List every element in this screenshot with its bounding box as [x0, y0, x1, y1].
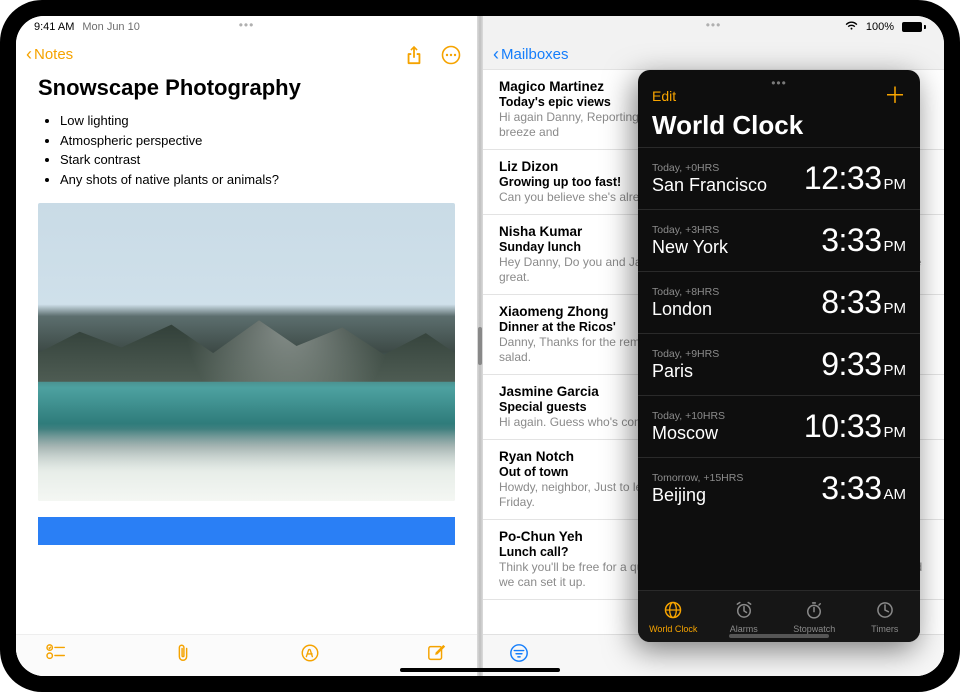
status-bar: 9:41 AM Mon Jun 10 100% — [16, 16, 944, 38]
clock-offset-label: Today, +9HRS — [652, 348, 719, 360]
world-clock-row[interactable]: Today, +9HRSParis 9:33PM — [638, 333, 920, 395]
checklist-icon[interactable] — [32, 644, 80, 667]
clock-offset-label: Today, +3HRS — [652, 224, 728, 236]
clock-time-label: 3:33AM — [821, 470, 906, 507]
note-bullet: Low lighting — [60, 111, 455, 131]
tab-stopwatch[interactable]: Stopwatch — [779, 600, 849, 634]
clock-time-label: 3:33PM — [821, 222, 906, 259]
clock-city-label: Moscow — [652, 423, 725, 444]
clock-offset-label: Today, +0HRS — [652, 162, 767, 174]
ipad-frame: 9:41 AM Mon Jun 10 100% ••• ‹ — [0, 0, 960, 692]
clock-city-label: San Francisco — [652, 175, 767, 196]
notes-back-label: Notes — [34, 46, 73, 63]
clock-time-label: 12:33PM — [804, 160, 906, 197]
clock-time-label: 8:33PM — [821, 284, 906, 321]
note-title: Snowscape Photography — [38, 75, 455, 101]
mail-back-label: Mailboxes — [501, 46, 569, 63]
compose-icon[interactable] — [413, 643, 461, 668]
clock-offset-label: Today, +8HRS — [652, 286, 719, 298]
timers-icon — [875, 600, 895, 622]
notes-nav-bar: ‹ Notes — [16, 40, 477, 69]
world-clock-row[interactable]: Tomorrow, +15HRSBeijing 3:33AM — [638, 457, 920, 519]
clock-edit-button[interactable]: Edit — [652, 88, 676, 104]
tab-world-clock[interactable]: World Clock — [638, 600, 708, 634]
tab-label: Stopwatch — [793, 624, 835, 634]
note-content[interactable]: Snowscape Photography Low lighting Atmos… — [16, 69, 477, 551]
clock-city-label: New York — [652, 237, 728, 258]
alarms-icon — [734, 600, 754, 622]
world-clock-row[interactable]: Today, +0HRSSan Francisco 12:33PM — [638, 147, 920, 209]
markup-icon[interactable] — [286, 643, 334, 668]
notes-app-pane: ••• ‹ Notes S — [16, 16, 477, 676]
chevron-left-icon: ‹ — [26, 44, 32, 65]
notes-back-button[interactable]: ‹ Notes — [26, 44, 73, 65]
clock-offset-label: Today, +10HRS — [652, 410, 725, 422]
clock-title: World Clock — [638, 104, 920, 147]
clock-add-button[interactable]: ＋ — [884, 89, 906, 103]
world-clock-list[interactable]: Today, +0HRSSan Francisco12:33PMToday, +… — [638, 147, 920, 590]
note-bullet: Stark contrast — [60, 150, 455, 170]
clock-offset-label: Tomorrow, +15HRS — [652, 472, 743, 484]
clock-app-slideover[interactable]: ••• Edit ＋ World Clock Today, +0HRSSan F… — [638, 70, 920, 642]
status-date: Mon Jun 10 — [82, 21, 139, 33]
note-bullet: Atmospheric perspective — [60, 131, 455, 151]
stopwatch-icon — [804, 600, 824, 622]
clock-time-label: 9:33PM — [821, 346, 906, 383]
tab-alarms[interactable]: Alarms — [709, 600, 779, 634]
tab-label: Timers — [871, 624, 898, 634]
world-clock-row[interactable]: Today, +3HRSNew York 3:33PM — [638, 209, 920, 271]
world-clock-icon — [663, 600, 683, 622]
mail-back-button[interactable]: ‹ Mailboxes — [483, 40, 944, 69]
battery-icon — [902, 22, 926, 32]
clock-city-label: Beijing — [652, 485, 743, 506]
clock-time-label: 10:33PM — [804, 408, 906, 445]
status-time: 9:41 AM — [34, 21, 74, 33]
screen: 9:41 AM Mon Jun 10 100% ••• ‹ — [16, 16, 944, 676]
filter-icon[interactable] — [495, 643, 543, 668]
note-bullet-list: Low lighting Atmospheric perspective Sta… — [38, 111, 455, 189]
tab-label: Alarms — [730, 624, 758, 634]
note-bullet: Any shots of native plants or animals? — [60, 170, 455, 190]
slideover-grabber[interactable] — [729, 634, 829, 638]
more-icon[interactable] — [441, 45, 461, 65]
tab-label: World Clock — [649, 624, 697, 634]
tab-timers[interactable]: Timers — [850, 600, 920, 634]
clock-city-label: Paris — [652, 361, 719, 382]
note-image-attachment-2[interactable] — [38, 517, 455, 545]
battery-label: 100% — [866, 21, 894, 33]
wifi-icon — [845, 21, 858, 34]
home-indicator[interactable] — [400, 668, 560, 672]
world-clock-row[interactable]: Today, +8HRSLondon 8:33PM — [638, 271, 920, 333]
world-clock-row[interactable]: Today, +10HRSMoscow 10:33PM — [638, 395, 920, 457]
clock-city-label: London — [652, 299, 719, 320]
attachment-icon[interactable] — [159, 643, 207, 668]
note-image-attachment[interactable] — [38, 203, 455, 501]
share-icon[interactable] — [405, 45, 423, 65]
multitask-indicator-icon[interactable]: ••• — [771, 76, 787, 90]
chevron-left-icon: ‹ — [493, 44, 499, 65]
